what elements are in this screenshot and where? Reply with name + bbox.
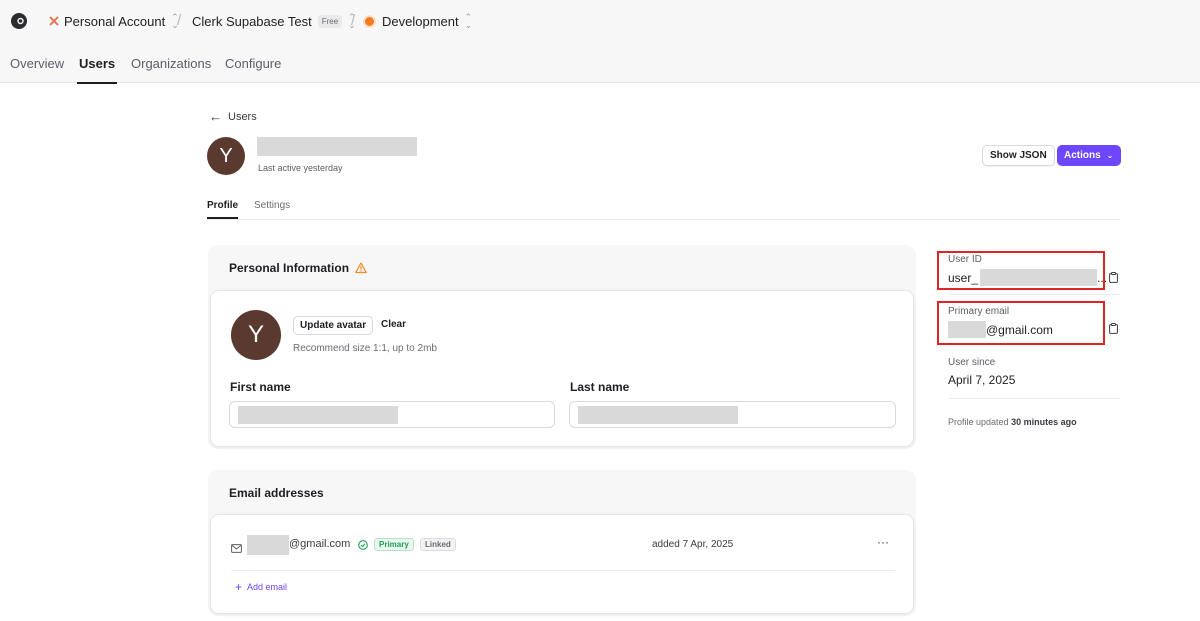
last-name-label: Last name xyxy=(570,380,630,394)
avatar-size-hint: Recommend size 1:1, up to 2mb xyxy=(293,343,437,354)
last-active-text: Last active yesterday xyxy=(258,163,343,173)
account-icon xyxy=(49,16,59,26)
add-email-button[interactable]: + Add email xyxy=(235,580,287,594)
actions-button[interactable]: Actions ⌄ xyxy=(1057,145,1121,166)
actions-label: Actions xyxy=(1064,150,1101,161)
section-title: Personal Information xyxy=(229,261,350,275)
show-json-button[interactable]: Show JSON xyxy=(982,145,1055,166)
redacted-user-name xyxy=(257,137,417,156)
avatar-initial: Y xyxy=(219,144,233,167)
account-switcher[interactable]: Personal Account ⌃ ⌄ xyxy=(48,13,179,30)
chevron-down-icon: ⌄ xyxy=(1106,151,1114,160)
warning-icon[interactable] xyxy=(355,262,367,274)
highlight-user-id xyxy=(937,251,1105,290)
clerk-logo-icon[interactable] xyxy=(10,12,28,30)
redacted-first-name xyxy=(238,406,398,424)
application-name: Clerk Supabase Test xyxy=(192,13,312,29)
more-options-icon[interactable]: ··· xyxy=(877,535,889,549)
avatar-initial: Y xyxy=(247,321,264,348)
plan-badge: Free xyxy=(317,14,343,28)
redacted-last-name xyxy=(578,406,738,424)
divider xyxy=(948,398,1120,399)
chevron-updown-icon: ⌃ ⌄ xyxy=(464,12,473,30)
verified-check-icon xyxy=(358,540,368,550)
tab-overview[interactable]: Overview xyxy=(10,56,64,71)
clear-avatar-button[interactable]: Clear xyxy=(381,319,406,330)
plus-icon: + xyxy=(235,580,243,594)
email-addresses-card: Email addresses @gmail.com Primary Linke… xyxy=(208,470,916,616)
tab-configure[interactable]: Configure xyxy=(225,56,281,71)
copy-icon[interactable] xyxy=(1109,272,1118,283)
personal-information-card: Personal Information Y Update avatar Cle… xyxy=(208,245,916,449)
email-domain: @gmail.com xyxy=(289,538,351,550)
last-name-field[interactable] xyxy=(569,401,896,428)
first-name-field[interactable] xyxy=(229,401,555,428)
application-switcher[interactable]: Clerk Supabase Test Free ⌃ ⌄ xyxy=(192,13,356,30)
update-avatar-button[interactable]: Update avatar xyxy=(293,316,374,335)
profile-subtabs: Profile Settings xyxy=(207,200,1120,220)
personal-information-title: Personal Information xyxy=(229,261,367,275)
user-since-label: User since xyxy=(948,357,996,368)
environment-switcher[interactable]: Development ⌃ ⌄ xyxy=(363,12,473,30)
divider xyxy=(948,294,1120,295)
back-to-users-link[interactable]: ← Users xyxy=(209,109,257,124)
top-bar: Personal Account ⌃ ⌄ / Clerk Supabase Tes… xyxy=(0,0,1200,44)
tab-users[interactable]: Users xyxy=(76,56,118,84)
account-name: Personal Account xyxy=(64,13,166,29)
arrow-left-icon: ← xyxy=(209,109,222,124)
email-added-date: added 7 Apr, 2025 xyxy=(652,539,734,550)
email-row: @gmail.com Primary Linked added 7 Apr, 2… xyxy=(231,535,895,571)
first-name-label: First name xyxy=(230,380,291,394)
profile-updated-prefix: Profile updated xyxy=(948,417,1009,427)
breadcrumb-separator: / xyxy=(177,12,182,29)
environment-name: Development xyxy=(382,13,459,29)
profile-updated-time: 30 minutes ago xyxy=(1011,417,1077,427)
personal-information-body: Y Update avatar Clear Recommend size 1:1… xyxy=(210,290,914,447)
profile-updated-text: Profile updated 30 minutes ago xyxy=(948,417,1077,427)
user-since-value: April 7, 2025 xyxy=(948,373,1016,387)
highlight-primary-email xyxy=(937,301,1105,345)
mail-icon xyxy=(231,544,242,553)
linked-badge: Linked xyxy=(420,538,456,551)
breadcrumb-separator: / xyxy=(351,12,356,29)
email-addresses-title: Email addresses xyxy=(229,486,324,500)
main-nav: Overview Users Organizations Configure xyxy=(0,44,1200,84)
tab-settings[interactable]: Settings xyxy=(254,200,290,211)
tab-profile[interactable]: Profile xyxy=(207,200,239,219)
user-avatar: Y xyxy=(207,137,245,175)
primary-badge: Primary xyxy=(374,538,414,551)
redacted-email-local xyxy=(247,535,289,555)
back-link-label: Users xyxy=(228,110,257,123)
add-email-label: Add email xyxy=(247,582,288,592)
tab-organizations[interactable]: Organizations xyxy=(131,56,211,71)
email-addresses-body: @gmail.com Primary Linked added 7 Apr, 2… xyxy=(210,514,914,614)
profile-avatar: Y xyxy=(231,310,281,360)
copy-icon[interactable] xyxy=(1109,323,1118,334)
environment-dot-icon xyxy=(363,14,376,28)
